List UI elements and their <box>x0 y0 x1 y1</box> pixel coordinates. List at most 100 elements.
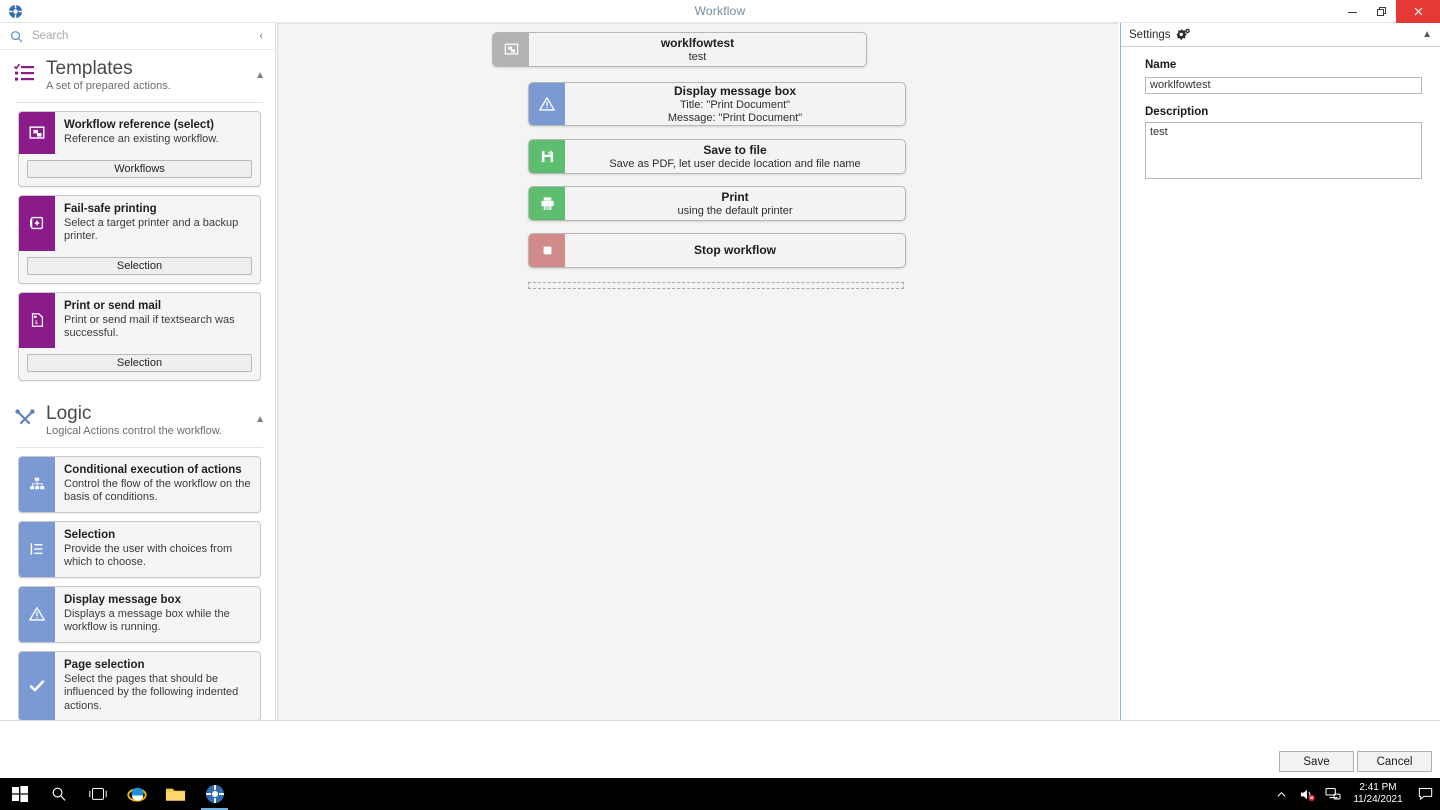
node-detail-message: Message: "Print Document" <box>667 111 803 124</box>
search-input[interactable] <box>32 30 256 42</box>
name-field-label: Name <box>1145 59 1177 71</box>
gears-icon <box>1176 28 1191 41</box>
workflow-reference-icon <box>19 112 55 154</box>
section-title: Logic <box>46 402 92 424</box>
printer-icon <box>529 187 565 220</box>
chevron-up-icon[interactable]: ▲ <box>1422 29 1432 40</box>
node-detail: using the default printer <box>677 204 793 217</box>
failsafe-printer-icon <box>19 195 55 251</box>
section-divider <box>16 446 263 448</box>
chevron-up-icon[interactable]: ▲ <box>249 414 265 425</box>
card-description: Provide the user with choices from which… <box>64 542 233 569</box>
checklist-icon <box>12 61 38 87</box>
node-title: Save to file <box>703 142 767 157</box>
card-action-button[interactable]: Selection <box>27 353 252 372</box>
workflow-app-button[interactable] <box>195 778 234 810</box>
internet-explorer-button[interactable] <box>117 778 156 810</box>
start-button[interactable] <box>0 778 39 810</box>
window-controls <box>1338 0 1440 23</box>
node-title: Print <box>721 189 749 204</box>
card-title: Display message box <box>64 593 181 606</box>
logic-card-display-message-box[interactable]: Display message box Displays a message b… <box>18 585 261 643</box>
taskbar-clock[interactable]: 2:41 PM 11/24/2021 <box>1346 782 1410 806</box>
clock-time: 2:41 PM <box>1359 782 1397 793</box>
tools-icon <box>12 406 38 432</box>
print-or-mail-icon: $ <box>19 292 55 348</box>
section-subtitle: A set of prepared actions. <box>46 80 171 92</box>
card-action-button[interactable]: Selection <box>27 256 252 275</box>
svg-text:$: $ <box>35 320 38 326</box>
workflow-node-print[interactable]: Print using the default printer <box>528 186 906 221</box>
workflow-node-root[interactable]: worklfowtest test <box>492 32 867 67</box>
node-detail: Save as PDF, let user decide location an… <box>609 157 861 170</box>
card-title: Page selection <box>64 658 145 671</box>
close-button[interactable] <box>1396 0 1440 23</box>
restore-button[interactable] <box>1367 0 1396 23</box>
template-card-print-or-send-mail[interactable]: $ Print or send mail Print or send mail … <box>18 291 261 381</box>
card-title: Fail-safe printing <box>64 202 157 215</box>
card-title: Workflow reference (select) <box>64 119 214 131</box>
template-card-fail-safe-printing[interactable]: Fail-safe printing Select a target print… <box>18 194 261 284</box>
card-title: Selection <box>64 528 116 541</box>
network-icon[interactable] <box>1320 778 1346 810</box>
save-disk-icon <box>529 140 565 173</box>
warning-triangle-icon <box>529 83 565 125</box>
list-icon <box>19 521 55 577</box>
clock-date: 11/24/2021 <box>1353 794 1403 805</box>
workflow-node-display-message-box[interactable]: Display message box Title: "Print Docume… <box>528 82 906 126</box>
hierarchy-icon <box>19 456 55 512</box>
settings-panel-header[interactable]: Settings ▲ <box>1121 23 1440 47</box>
cancel-button[interactable]: Cancel <box>1357 751 1432 772</box>
volume-muted-icon[interactable] <box>1294 778 1320 810</box>
chevron-up-icon[interactable] <box>1268 778 1294 810</box>
section-subtitle: Logical Actions control the workflow. <box>46 424 223 437</box>
system-tray: 2:41 PM 11/24/2021 <box>1268 778 1440 810</box>
taskbar-search[interactable] <box>39 778 78 810</box>
windows-taskbar: 2:41 PM 11/24/2021 <box>0 778 1440 810</box>
node-detail: test <box>688 50 707 63</box>
node-title: Display message box <box>673 83 797 98</box>
sidebar-search-row: ‹ <box>0 23 275 50</box>
card-description: Displays a message box while the workflo… <box>64 607 230 634</box>
name-input[interactable] <box>1145 76 1422 94</box>
card-description: Select the pages that should be influenc… <box>64 672 239 712</box>
section-divider <box>16 102 263 103</box>
node-title: Stop workflow <box>694 243 776 257</box>
dialog-footer: Save Cancel <box>0 720 1440 778</box>
window-title: Workflow <box>694 4 746 18</box>
card-description: Control the flow of the workflow on the … <box>64 477 251 504</box>
file-explorer-button[interactable] <box>156 778 195 810</box>
sidebar-section-templates[interactable]: Templates A set of prepared actions. ▲ <box>0 50 275 98</box>
workflow-root-icon <box>493 33 529 66</box>
workflow-node-stop-workflow[interactable]: Stop workflow <box>528 233 906 268</box>
action-center-icon[interactable] <box>1410 778 1440 810</box>
settings-fields: Name Description test <box>1121 47 1440 184</box>
chevron-up-icon[interactable]: ▲ <box>249 70 265 81</box>
minimize-button[interactable] <box>1338 0 1367 23</box>
logic-card-page-selection[interactable]: Page selection Select the pages that sho… <box>18 650 261 721</box>
actions-sidebar: ‹ Templates A set of prepared a <box>0 23 275 743</box>
settings-panel-title: Settings <box>1129 28 1171 41</box>
logic-card-conditional-execution[interactable]: Conditional execution of actions Control… <box>18 455 261 513</box>
task-view-button[interactable] <box>78 778 117 810</box>
save-button[interactable]: Save <box>1279 751 1354 772</box>
card-description: Select a target printer and a backup pri… <box>64 216 239 243</box>
app-shell: ‹ Templates A set of prepared a <box>0 23 1440 778</box>
section-title: Templates <box>46 58 133 79</box>
logic-card-selection[interactable]: Selection Provide the user with choices … <box>18 520 261 578</box>
stop-square-icon <box>529 234 565 267</box>
warning-triangle-icon <box>19 586 55 642</box>
card-action-button[interactable]: Workflows <box>27 159 252 178</box>
card-title: Conditional execution of actions <box>64 463 242 476</box>
chevron-left-icon[interactable]: ‹ <box>255 30 267 42</box>
settings-panel: Settings ▲ Name Description test <box>1120 23 1440 743</box>
workflow-node-save-to-file[interactable]: Save to file Save as PDF, let user decid… <box>528 139 906 174</box>
sidebar-section-logic[interactable]: Logic Logical Actions control the workfl… <box>0 395 275 443</box>
card-title: Print or send mail <box>64 299 162 312</box>
template-card-workflow-reference[interactable]: Workflow reference (select) Reference an… <box>18 111 261 187</box>
workflow-canvas[interactable]: worklfowtest test Display message box Ti… <box>278 23 1118 743</box>
node-title: worklfowtest <box>660 35 735 50</box>
description-field-label: Description <box>1145 105 1209 118</box>
drop-zone[interactable] <box>528 282 904 289</box>
description-input[interactable]: test <box>1145 121 1422 179</box>
